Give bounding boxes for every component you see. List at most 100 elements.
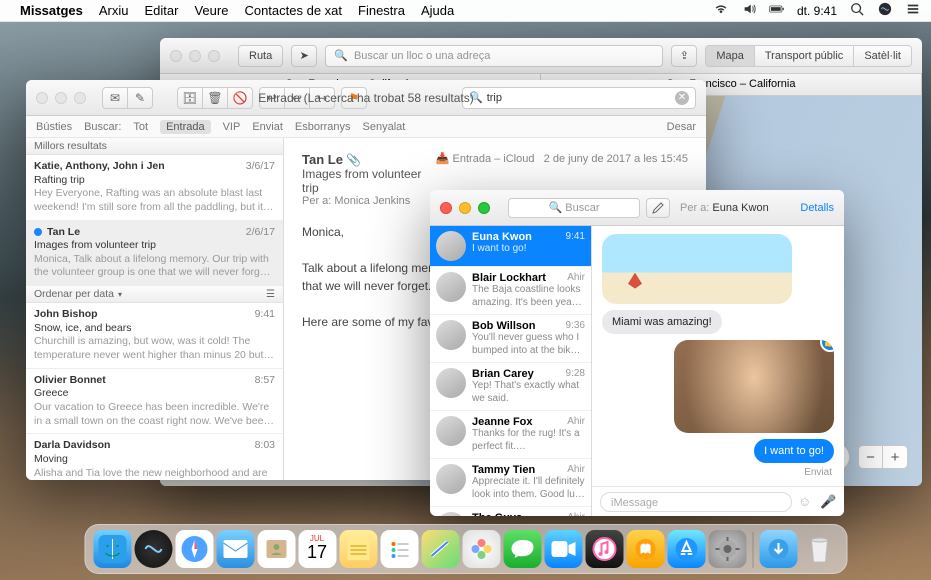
flag-button[interactable]: ⚑ <box>341 87 367 109</box>
filter-icon[interactable]: ☰ <box>266 286 275 303</box>
chat-image-attachment[interactable]: 👍 <box>674 340 834 433</box>
dock-notes-icon[interactable] <box>339 530 377 568</box>
dock-trash-icon[interactable] <box>800 530 838 568</box>
dock-mail-icon[interactable] <box>216 530 254 568</box>
dock-appstore-icon[interactable] <box>667 530 705 568</box>
menu-file[interactable]: Arxiu <box>99 3 129 18</box>
menu-edit[interactable]: Editar <box>145 3 179 18</box>
map-type-segment: Mapa Transport públic Satèl·lit <box>705 45 912 67</box>
minimize-button[interactable] <box>55 92 67 104</box>
dock-messages-icon[interactable] <box>503 530 541 568</box>
dock-safari-icon[interactable] <box>175 530 213 568</box>
siri-icon[interactable] <box>877 2 893 19</box>
dock-maps-icon[interactable] <box>421 530 459 568</box>
mail-list-row[interactable]: John Bishop9:41Snow, ice, and bearsChurc… <box>26 303 283 369</box>
emoji-icon[interactable]: ☺ <box>798 494 814 510</box>
menu-view[interactable]: Veure <box>194 3 228 18</box>
best-results-header: Millors resultats <box>26 138 283 155</box>
clear-search-button[interactable]: ✕ <box>675 91 689 105</box>
microphone-icon[interactable]: 🎤 <box>820 494 836 510</box>
dock-ibooks-icon[interactable] <box>626 530 664 568</box>
battery-icon[interactable] <box>769 2 785 19</box>
wifi-icon[interactable] <box>713 2 729 19</box>
mail-search-value: trip <box>487 92 502 104</box>
close-button[interactable] <box>170 50 182 62</box>
conversation-list: Euna Kwon9:41I want to go!Blair Lockhart… <box>430 226 592 516</box>
route-button[interactable]: Ruta <box>238 45 283 67</box>
get-mail-button[interactable]: ✉ <box>102 87 128 109</box>
fav-save[interactable]: Desar <box>667 121 696 133</box>
delete-button[interactable]: 🗑 <box>202 87 228 109</box>
compose-button[interactable]: ✎ <box>127 87 153 109</box>
mail-search-input[interactable]: 🔍 trip ✕ <box>462 87 696 109</box>
conversation-row[interactable]: The GuysAhirIf you're casting into clear… <box>430 507 591 516</box>
spotlight-icon[interactable] <box>849 2 865 19</box>
dock-contacts-icon[interactable] <box>257 530 295 568</box>
zoom-in-button[interactable]: + <box>883 446 907 468</box>
forward-button[interactable]: ↪ <box>309 87 335 109</box>
fav-inbox[interactable]: Entrada <box>160 120 211 134</box>
segment-satellite[interactable]: Satèl·lit <box>853 45 912 67</box>
dock-photos-icon[interactable] <box>462 530 500 568</box>
fav-drafts[interactable]: Esborranys <box>295 121 351 133</box>
maximize-button[interactable] <box>208 50 220 62</box>
minimize-button[interactable] <box>459 202 471 214</box>
chat-input[interactable]: iMessage <box>600 492 792 512</box>
archive-button[interactable]: 🗄 <box>177 87 203 109</box>
fav-sent[interactable]: Enviat <box>252 121 283 133</box>
fav-all[interactable]: Tot <box>133 121 148 133</box>
menu-contacts[interactable]: Contactes de xat <box>244 3 342 18</box>
sort-header[interactable]: Ordenar per data▾☰ <box>26 286 283 303</box>
messages-to-field: Per a: Euna Kwon <box>670 202 800 214</box>
maps-search-input[interactable]: 🔍 Buscar un lloc o una adreça <box>325 45 663 67</box>
conversation-row[interactable]: Jeanne FoxAhirThanks for the rug! It's a… <box>430 411 591 459</box>
conversation-row[interactable]: Brian Carey9:28Yep! That's exactly what … <box>430 363 591 411</box>
thumbs-up-tapback-icon[interactable]: 👍 <box>820 340 834 352</box>
mail-list-row[interactable]: Olivier Bonnet8:57GreeceOur vacation to … <box>26 369 283 435</box>
mail-list-row[interactable]: Darla Davidson8:03MovingAlisha and Tia l… <box>26 434 283 480</box>
volume-icon[interactable] <box>741 2 757 19</box>
dock-itunes-icon[interactable] <box>585 530 623 568</box>
details-button[interactable]: Detalls <box>800 202 834 214</box>
fav-flagged[interactable]: Senyalat <box>363 121 406 133</box>
junk-button[interactable]: 🚫 <box>227 87 253 109</box>
clock[interactable]: dt. 9:41 <box>797 4 837 18</box>
fav-vip[interactable]: VIP <box>223 121 241 133</box>
notification-center-icon[interactable] <box>905 2 921 19</box>
dock-siri-icon[interactable] <box>134 530 172 568</box>
share-button[interactable]: ⇪ <box>671 45 697 67</box>
compose-message-button[interactable] <box>646 198 670 218</box>
close-button[interactable] <box>440 202 452 214</box>
reply-all-button[interactable]: ↩ <box>284 87 310 109</box>
conversation-row[interactable]: Bob Willson9:36You'll never guess who I … <box>430 315 591 363</box>
mail-list-row[interactable]: Tan Le2/6/17Images from volunteer tripMo… <box>26 221 283 287</box>
segment-map[interactable]: Mapa <box>705 45 755 67</box>
mail-date: 2 de juny de 2017 a les 15:45 <box>544 153 688 165</box>
zoom-out-button[interactable]: − <box>859 446 883 468</box>
dock-facetime-icon[interactable] <box>544 530 582 568</box>
maximize-button[interactable] <box>74 92 86 104</box>
dock-reminders-icon[interactable] <box>380 530 418 568</box>
conversation-row[interactable]: Blair LockhartAhirThe Baja coastline loo… <box>430 267 591 315</box>
fav-mailboxes[interactable]: Bústies <box>36 121 72 133</box>
maximize-button[interactable] <box>478 202 490 214</box>
menu-window[interactable]: Finestra <box>358 3 405 18</box>
messages-search-input[interactable]: 🔍 Buscar <box>508 198 640 218</box>
chat-image-attachment[interactable] <box>602 234 792 304</box>
menu-app[interactable]: Missatges <box>20 3 83 18</box>
dock-downloads-icon[interactable] <box>759 530 797 568</box>
mail-from: Tan Le <box>302 152 343 167</box>
reply-button[interactable]: ↩ <box>259 87 285 109</box>
conversation-row[interactable]: Euna Kwon9:41I want to go! <box>430 226 591 267</box>
dock-finder-icon[interactable] <box>93 530 131 568</box>
minimize-button[interactable] <box>189 50 201 62</box>
conversation-row[interactable]: Tammy TienAhirAppreciate it. I'll defini… <box>430 459 591 507</box>
menu-help[interactable]: Ajuda <box>421 3 454 18</box>
current-location-button[interactable]: ➤ <box>291 45 317 67</box>
dock-preferences-icon[interactable] <box>708 530 746 568</box>
dock-calendar-icon[interactable]: JUL17 <box>298 530 336 568</box>
inbox-icon: 📥 <box>436 153 450 165</box>
segment-transit[interactable]: Transport públic <box>754 45 854 67</box>
mail-list-row[interactable]: Katie, Anthony, John i Jen3/6/17Rafting … <box>26 155 283 221</box>
close-button[interactable] <box>36 92 48 104</box>
